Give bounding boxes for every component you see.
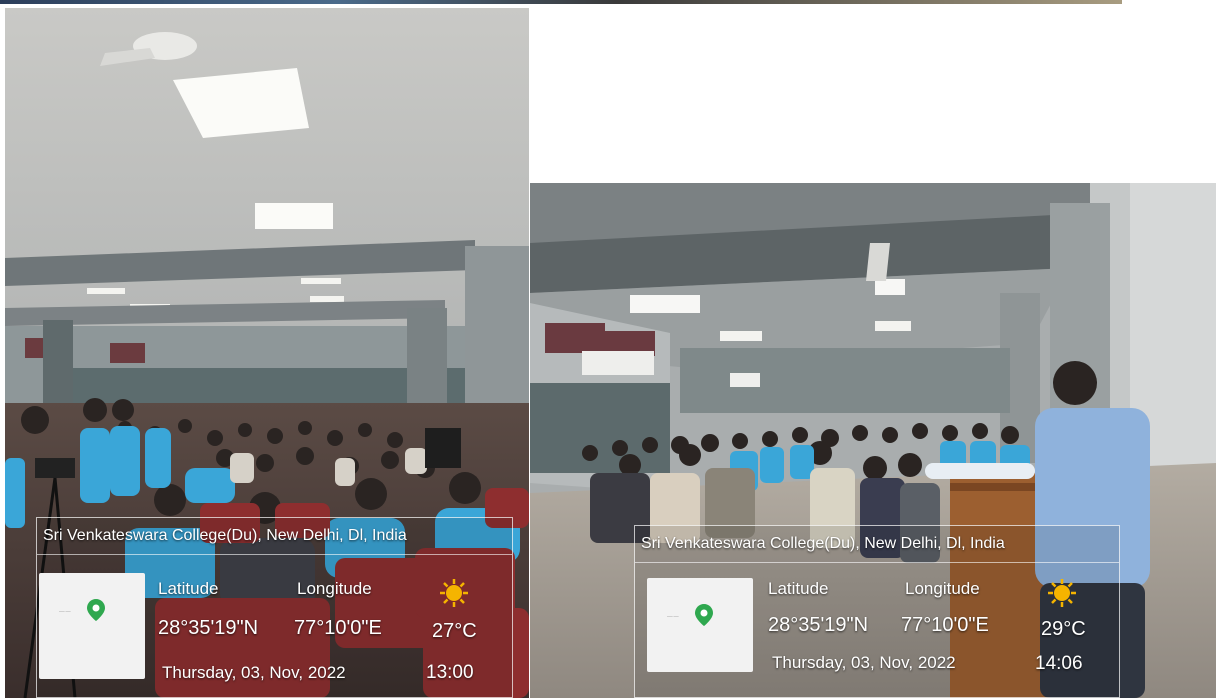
longitude-value: 77°10'0"E (294, 617, 382, 639)
map-road-mark: —·— (667, 614, 679, 620)
gps-map-thumbnail: —·— (647, 578, 753, 672)
longitude-label: Longitude (297, 579, 372, 598)
latitude-value: 28°35'19"N (768, 614, 869, 636)
temperature-value: 29°C (1041, 618, 1086, 640)
latitude-label: Latitude (158, 579, 219, 598)
time-value: 14:06 (1035, 653, 1083, 674)
gps-stamp-overlay: Sri Venkateswara College(Du), New Delhi,… (634, 525, 1120, 698)
gps-map-thumbnail: —·— (39, 573, 145, 679)
gps-address: Sri Venkateswara College(Du), New Delhi,… (37, 518, 512, 555)
gps-address: Sri Venkateswara College(Du), New Delhi,… (635, 526, 1119, 563)
auditorium-photo-right: Sri Venkateswara College(Du), New Delhi,… (530, 183, 1216, 698)
gps-stamp-overlay: Sri Venkateswara College(Du), New Delhi,… (36, 517, 513, 698)
time-value: 13:00 (426, 662, 474, 683)
location-pin-icon (87, 599, 105, 621)
date-value: Thursday, 03, Nov, 2022 (772, 653, 956, 672)
sun-icon (1048, 579, 1076, 607)
auditorium-photo-left: Sri Venkateswara College(Du), New Delhi,… (5, 8, 529, 698)
sun-icon (440, 579, 468, 607)
latitude-value: 28°35'19"N (158, 617, 259, 639)
longitude-value: 77°10'0"E (901, 614, 989, 636)
longitude-label: Longitude (905, 579, 980, 598)
map-road-mark: —·— (59, 609, 71, 615)
top-photo-strip (0, 0, 1122, 4)
location-pin-icon (695, 604, 713, 626)
latitude-label: Latitude (768, 579, 829, 598)
temperature-value: 27°C (432, 620, 477, 642)
date-value: Thursday, 03, Nov, 2022 (162, 663, 346, 682)
